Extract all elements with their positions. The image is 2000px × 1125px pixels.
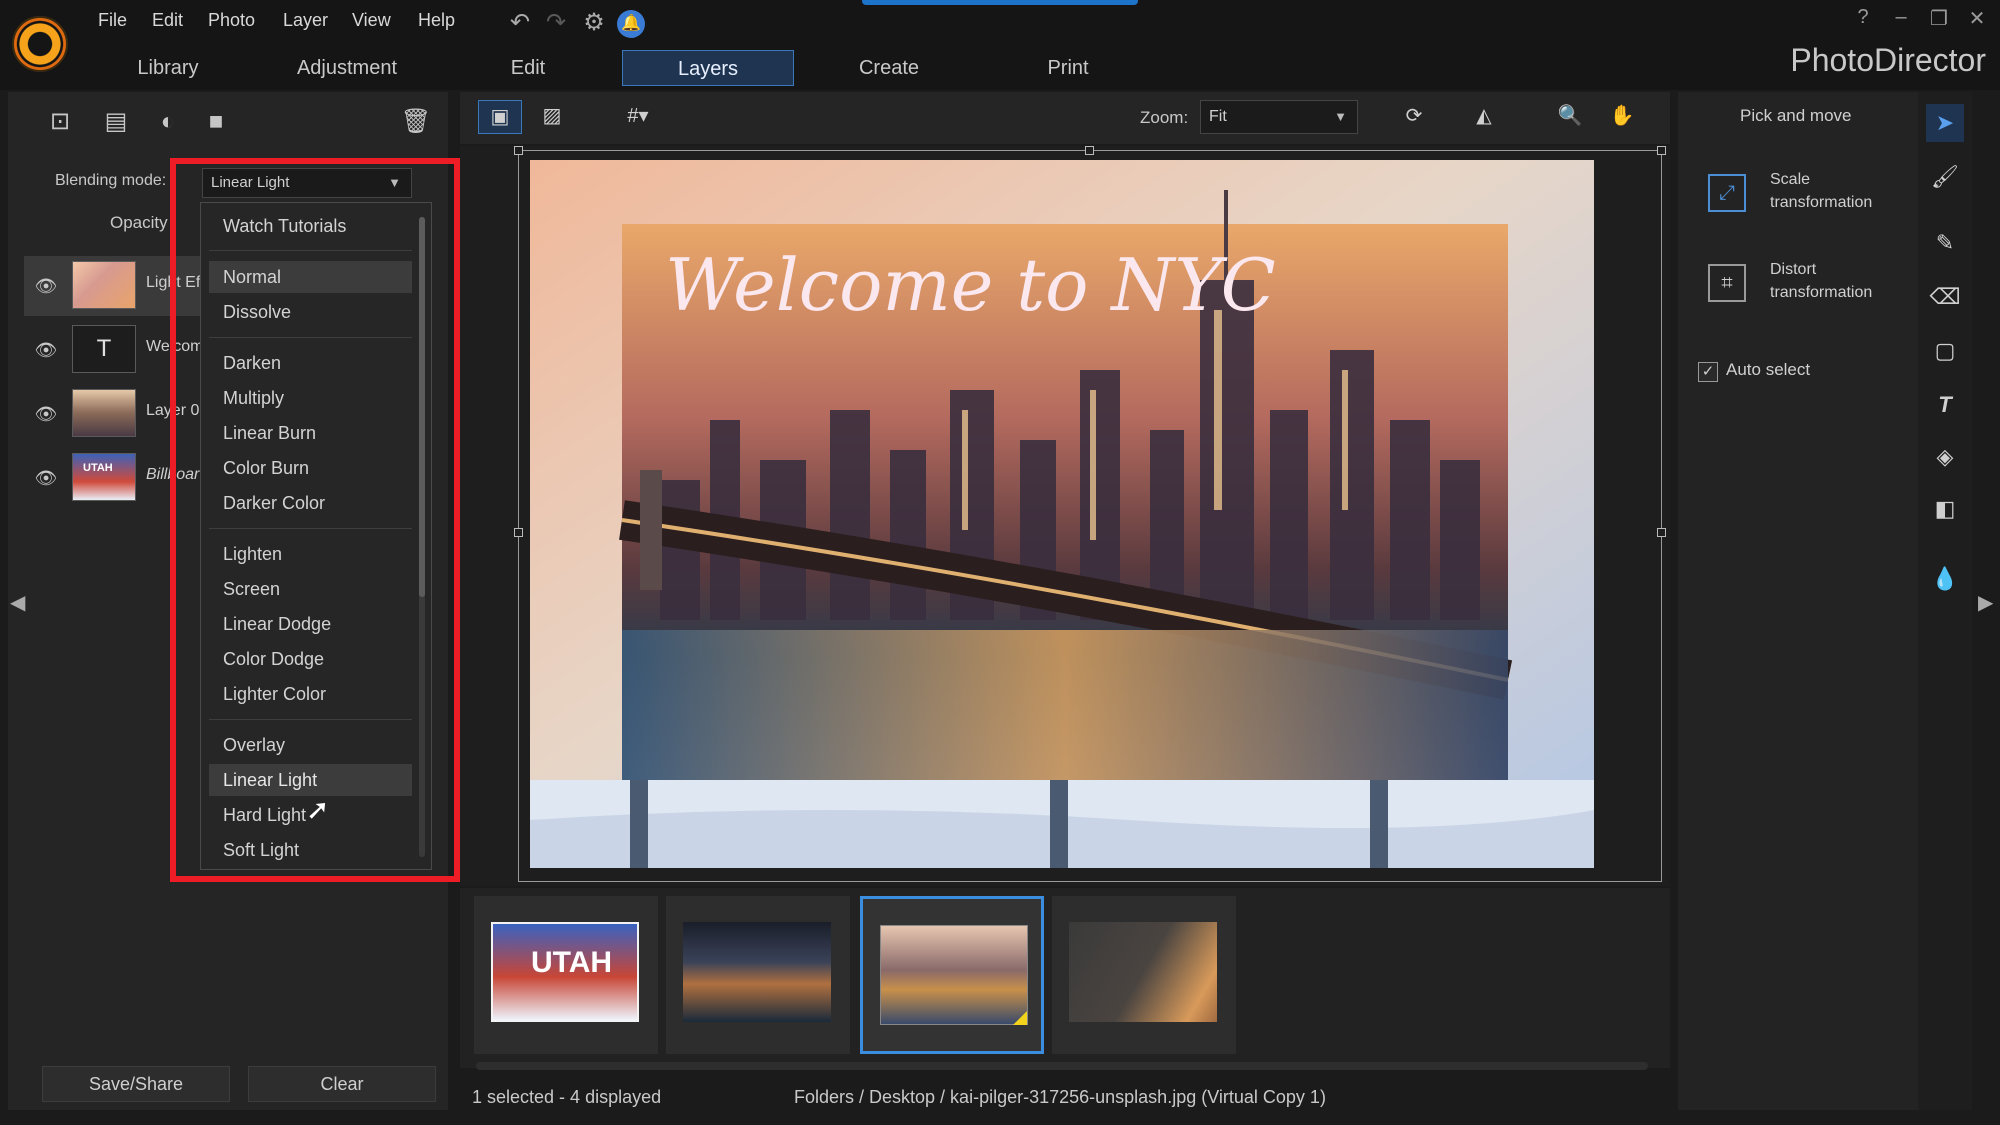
distort-transformation-icon[interactable]: ⌗	[1708, 264, 1746, 302]
nyc-virtual-copy-thumbnail	[880, 925, 1028, 1025]
menu-photo[interactable]: Photo	[208, 10, 255, 31]
zoom-magnifier-icon[interactable]: 🔍	[1548, 100, 1592, 134]
mouse-cursor-icon: ➚	[306, 794, 330, 825]
scale-transformation-icon[interactable]: ⤢	[1708, 174, 1746, 212]
menu-help[interactable]: Help	[418, 10, 455, 31]
adjustment-layer-icon[interactable]: ◐	[146, 104, 190, 140]
resize-handle[interactable]	[514, 146, 523, 155]
blending-mode-label: Blending mode:	[55, 172, 167, 189]
settings-gear-icon[interactable]: ⚙	[578, 8, 610, 38]
eraser-tool-icon[interactable]: ⌫	[1926, 278, 1964, 316]
layer-thumbnail: UTAH	[72, 453, 136, 501]
chevron-down-icon: ▼	[1334, 109, 1347, 124]
layer-thumbnail	[72, 261, 136, 309]
tab-adjustment[interactable]: Adjustment	[286, 50, 408, 86]
minimize-button[interactable]: –	[1886, 6, 1916, 29]
fill-bucket-tool-icon[interactable]: ◈	[1926, 438, 1964, 476]
selection-frame[interactable]	[518, 150, 1662, 882]
menu-view[interactable]: View	[352, 10, 391, 31]
restore-button[interactable]: ❐	[1924, 6, 1954, 31]
filmstrip-item[interactable]	[1052, 896, 1236, 1054]
eye-icon[interactable]: 👁	[32, 336, 60, 364]
view-mode-photo-icon[interactable]: ▨	[530, 100, 574, 134]
eye-icon[interactable]: 👁	[32, 400, 60, 428]
tab-edit[interactable]: Edit	[494, 50, 562, 86]
edited-badge-icon	[1013, 1011, 1027, 1025]
distort-label-line1: Distort	[1770, 261, 1817, 278]
light-effect-thumbnail	[1069, 922, 1217, 1022]
filmstrip-scrollbar[interactable]	[476, 1062, 1648, 1070]
transform-panel	[1678, 92, 1918, 1110]
filmstrip-item[interactable]: UTAH	[474, 896, 658, 1054]
auto-select-checkbox[interactable]: ✓	[1698, 362, 1718, 382]
new-layer-icon[interactable]: ⊡	[38, 104, 82, 140]
layer-thumbnail	[72, 389, 136, 437]
pencil-tool-icon[interactable]: ✎	[1926, 224, 1964, 262]
menu-edit[interactable]: Edit	[152, 10, 183, 31]
selection-status: 1 selected - 4 displayed	[472, 1087, 662, 1107]
title-accent-strip	[862, 0, 1138, 5]
distort-transformation-label[interactable]: Distort transformation	[1770, 258, 1872, 304]
eye-icon[interactable]: 👁	[32, 464, 60, 492]
scale-transformation-label[interactable]: Scale transformation	[1770, 168, 1872, 214]
pick-and-move-title: Pick and move	[1740, 106, 1852, 125]
tab-library[interactable]: Library	[118, 50, 218, 86]
eye-icon[interactable]: 👁	[32, 272, 60, 300]
pick-move-tool-icon[interactable]: ➤	[1926, 104, 1964, 142]
app-logo-icon[interactable]	[12, 16, 68, 72]
redo-icon[interactable]: ↷	[540, 8, 572, 38]
zoom-value: Fit	[1209, 108, 1227, 125]
tab-print[interactable]: Print	[1030, 50, 1106, 86]
dropper-tool-icon[interactable]: 💧	[1926, 560, 1964, 598]
save-share-button[interactable]: Save/Share	[42, 1066, 230, 1102]
file-path-status: Folders / Desktop / kai-pilger-317256-un…	[794, 1087, 1326, 1107]
red-annotation-box	[170, 158, 460, 882]
zoom-label: Zoom:	[1140, 108, 1189, 127]
brush-tool-icon[interactable]: 🖌	[1926, 158, 1964, 196]
grid-dropdown-icon[interactable]: #▾	[610, 100, 666, 134]
resize-handle[interactable]	[1657, 528, 1666, 537]
nyc-night-thumbnail	[683, 922, 831, 1022]
close-button[interactable]: ✕	[1962, 6, 1992, 31]
tab-layers[interactable]: Layers	[622, 50, 794, 86]
zoom-select[interactable]: Fit ▼	[1200, 100, 1358, 134]
layer-list-icon[interactable]: ▤	[94, 104, 138, 140]
menu-layer[interactable]: Layer	[283, 10, 328, 31]
text-layer-icon: T	[72, 325, 136, 373]
menu-file[interactable]: File	[98, 10, 127, 31]
distort-label-line2: transformation	[1770, 284, 1873, 301]
auto-select-label: Auto select	[1726, 360, 1811, 379]
view-mode-layout-icon[interactable]: ▣	[478, 100, 522, 134]
flip-icon[interactable]: ◭	[1462, 100, 1506, 134]
delete-trash-icon[interactable]: 🗑	[394, 104, 438, 140]
help-button[interactable]: ?	[1848, 6, 1878, 29]
utah-thumb-label: UTAH	[83, 462, 113, 474]
notification-bell-icon[interactable]: 🔔	[617, 10, 645, 38]
text-tool-icon[interactable]: T	[1926, 386, 1964, 424]
rotate-icon[interactable]: ⟳	[1392, 100, 1436, 134]
app-brand-title: PhotoDirector	[1790, 42, 1986, 78]
opacity-label: Opacity	[110, 213, 168, 232]
scale-label-line2: transformation	[1770, 194, 1873, 211]
collapse-left-icon[interactable]: ◀	[10, 590, 25, 615]
scale-label-line1: Scale	[1770, 171, 1811, 188]
hand-pan-icon[interactable]: ✋	[1600, 100, 1644, 134]
layer-mask-icon[interactable]: ■	[194, 104, 238, 140]
gradient-tool-icon[interactable]: ◧	[1926, 490, 1964, 528]
resize-handle[interactable]	[514, 528, 523, 537]
utah-billboard-thumbnail: UTAH	[491, 922, 639, 1022]
filmstrip-item-selected[interactable]	[860, 896, 1044, 1054]
rectangle-tool-icon[interactable]: ▢	[1926, 332, 1964, 370]
utah-thumb-label: UTAH	[531, 946, 613, 979]
undo-icon[interactable]: ↶	[504, 8, 536, 38]
resize-handle[interactable]	[1085, 146, 1094, 155]
tab-create[interactable]: Create	[846, 50, 932, 86]
collapse-right-icon[interactable]: ▶	[1978, 590, 1993, 615]
clear-button[interactable]: Clear	[248, 1066, 436, 1102]
filmstrip-item[interactable]	[666, 896, 850, 1054]
resize-handle[interactable]	[1657, 146, 1666, 155]
